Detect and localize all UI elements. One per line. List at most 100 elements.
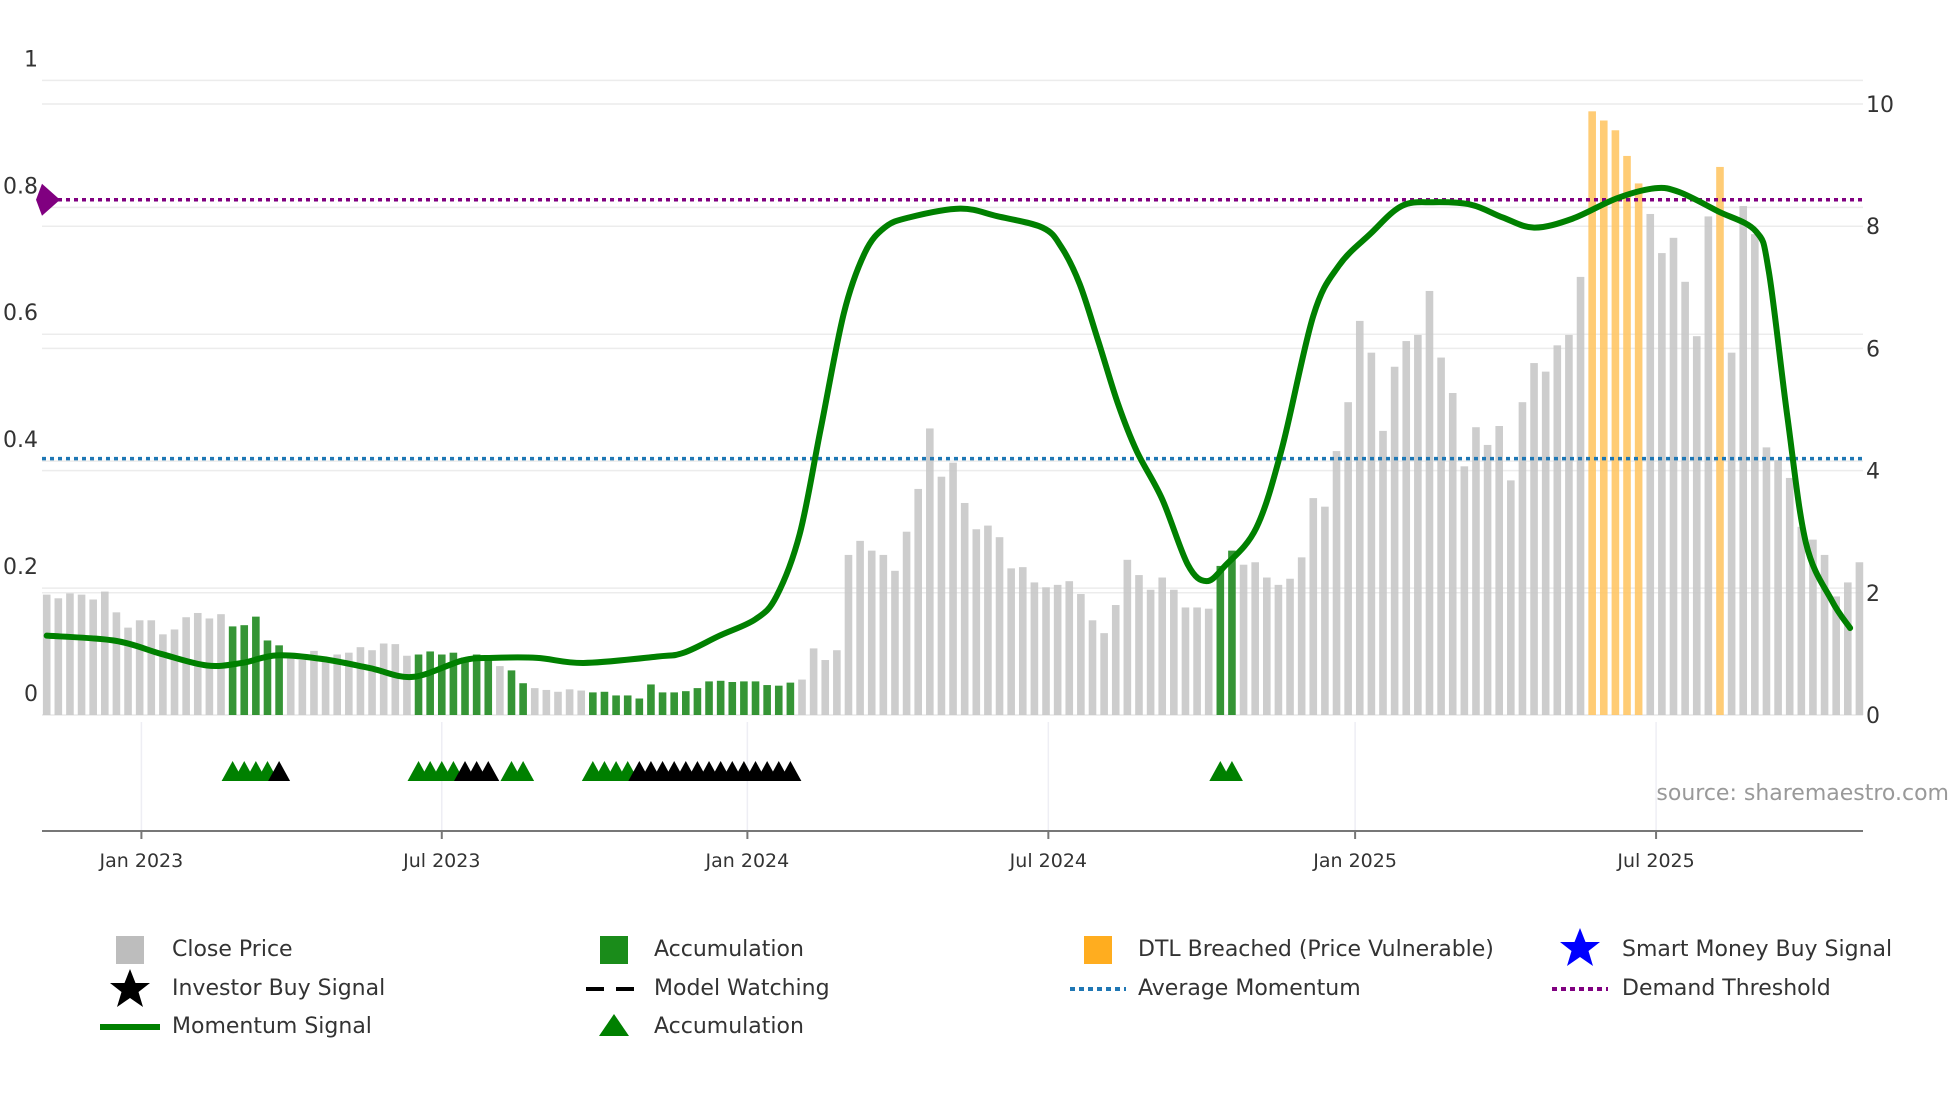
bar-dtl (1588, 111, 1596, 715)
bar-dtl (1634, 183, 1643, 715)
bar-close (1286, 578, 1294, 715)
bar-accumulation (786, 682, 795, 715)
bar-close (1518, 402, 1527, 715)
bar-close (391, 644, 400, 715)
bar-close (1507, 480, 1515, 715)
bar-close (1321, 506, 1329, 715)
bar-close (914, 488, 922, 715)
blue-star-icon (1550, 928, 1610, 966)
bar-accumulation (1216, 565, 1225, 715)
bar-close (1193, 607, 1201, 715)
bar-close (1414, 334, 1422, 715)
accumulation-swatch-icon (584, 935, 644, 965)
bar-accumulation (763, 685, 771, 715)
bar-close (1053, 584, 1062, 715)
bar-close (1332, 451, 1341, 715)
legend-average-momentum: Average Momentum (1138, 976, 1361, 1001)
bar-close (1297, 557, 1306, 715)
x-tick-label: Jul 2024 (1009, 850, 1087, 872)
legend-close-price: Close Price (172, 937, 293, 962)
bar-close (1251, 562, 1259, 715)
bar-close (1402, 341, 1411, 715)
bar-close (867, 550, 876, 715)
left-axis-tick-label: 0 (24, 682, 38, 707)
bar-close (1077, 594, 1085, 715)
bar-accumulation (774, 685, 783, 715)
bar-close (1774, 460, 1782, 715)
bar-close (542, 689, 551, 715)
bar-close (1495, 425, 1503, 715)
bar-close (101, 591, 109, 715)
bar-close (1274, 584, 1283, 715)
bar-close (1181, 607, 1190, 715)
bar-close (1344, 402, 1352, 715)
bar-close (960, 502, 969, 715)
demand-threshold-diamond-icon (36, 183, 60, 216)
bar-close (1379, 430, 1387, 715)
bar-close (1530, 363, 1538, 715)
bar-close (1030, 582, 1039, 715)
bar-close (1355, 320, 1364, 715)
bar-close (1681, 281, 1689, 715)
bar-close (1751, 234, 1759, 715)
bar-accumulation (589, 692, 597, 715)
bar-close (1565, 334, 1573, 715)
bar-close (1692, 336, 1701, 715)
legend-momentum-signal: Momentum Signal (172, 1014, 372, 1039)
bar-close (1785, 477, 1794, 715)
bar-close (1658, 253, 1666, 716)
bar-close (1088, 620, 1097, 715)
right-axis-tick-label: 4 (1866, 460, 1880, 485)
bar-close (1170, 589, 1178, 715)
bar-close (1309, 498, 1318, 715)
bar-dtl (1623, 155, 1631, 715)
bar-close (1646, 213, 1655, 716)
bar-close (1797, 526, 1806, 715)
bar-close (321, 658, 330, 715)
bar-close (42, 594, 51, 715)
bar-close (379, 643, 388, 715)
bar-dtl (1611, 130, 1620, 715)
bar-accumulation (414, 654, 423, 715)
bar-accumulation (693, 688, 702, 715)
bar-close (182, 617, 190, 715)
source-annotation: source: sharemaestro.com (1656, 781, 1949, 806)
bar-close (1007, 568, 1015, 715)
bar-close (1204, 608, 1213, 715)
legend-model-watching: Model Watching (654, 976, 830, 1001)
left-axis-tick-label: 0.8 (3, 174, 38, 199)
bar-dtl (1599, 120, 1608, 715)
x-tick-label: Jan 2025 (1312, 850, 1397, 872)
right-axis-tick-label: 6 (1866, 337, 1880, 362)
bar-close (1576, 276, 1585, 715)
bar-close (1146, 589, 1155, 715)
bar-close (286, 656, 295, 715)
bar-close (949, 462, 957, 715)
legend-dtl-breached: DTL Breached (Price Vulnerable) (1138, 937, 1494, 962)
bar-accumulation (635, 698, 644, 715)
bar-accumulation (751, 681, 760, 715)
bar-accumulation (252, 616, 260, 715)
dotted-purple-line-icon (1550, 974, 1610, 1004)
bar-close (1855, 562, 1864, 715)
bar-close (1111, 605, 1120, 715)
left-axis-tick-label: 0.2 (3, 555, 38, 580)
x-tick-label: Jan 2024 (705, 850, 790, 872)
bar-close (1437, 357, 1445, 715)
bar-close (554, 691, 562, 715)
bar-accumulation (682, 691, 690, 715)
bar-close (1460, 466, 1469, 715)
bar-close (1483, 444, 1492, 715)
bar-close (565, 689, 574, 715)
bar-close (972, 529, 981, 715)
right-axis-tick-label: 8 (1866, 215, 1880, 240)
bar-close (1158, 577, 1167, 715)
bar-close (1727, 352, 1736, 715)
bar-accumulation (740, 681, 748, 715)
bar-close (1135, 575, 1143, 715)
bar-accumulation (705, 681, 713, 715)
bar-close (356, 647, 365, 715)
dashed-line-icon (584, 974, 644, 1004)
bar-close (902, 531, 911, 715)
dotted-blue-line-icon (1068, 974, 1128, 1004)
